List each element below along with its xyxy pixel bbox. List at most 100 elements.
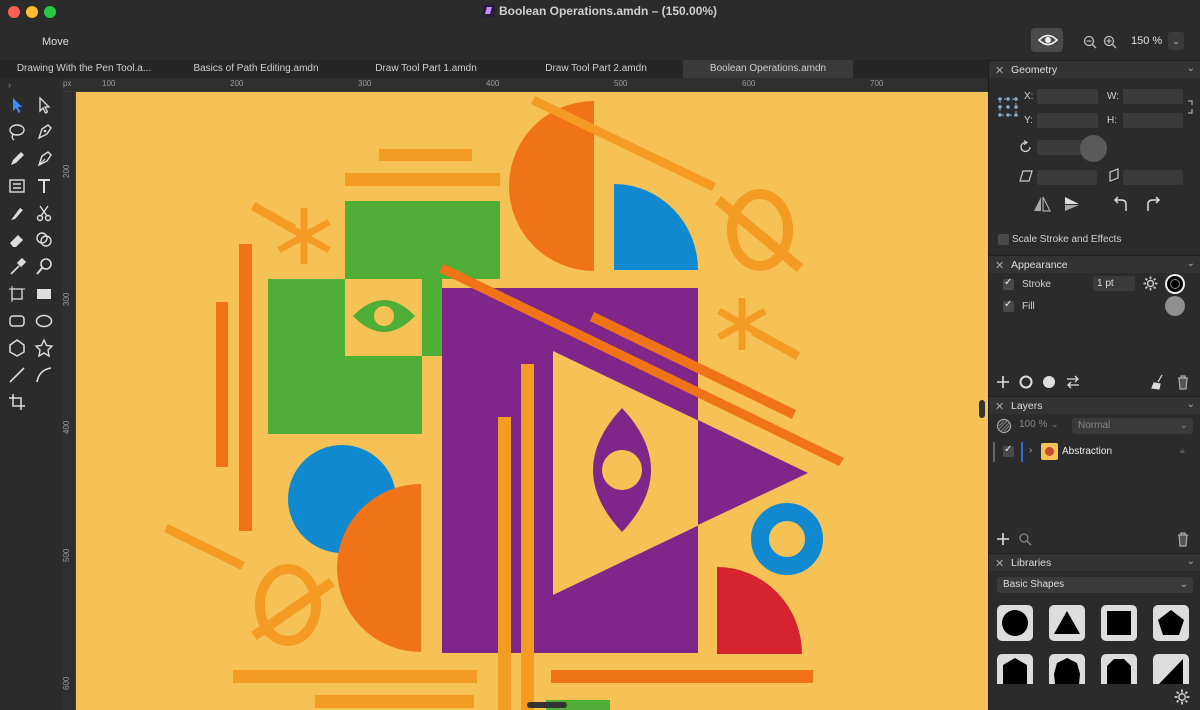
add-layer-icon[interactable] xyxy=(995,531,1011,547)
stroke-width-field[interactable]: 1 pt xyxy=(1093,276,1135,291)
flip-vertical-icon[interactable] xyxy=(1063,196,1081,212)
bar-bottom-right[interactable] xyxy=(551,670,813,683)
star-tool-icon[interactable] xyxy=(33,337,55,359)
tab-draw-tool-2[interactable]: Draw Tool Part 2.amdn xyxy=(512,60,680,78)
skew-field[interactable] xyxy=(1123,170,1183,185)
bar-bottom-short[interactable] xyxy=(315,695,474,708)
chevron-down-icon[interactable]: ⌄ xyxy=(1187,399,1195,410)
asterisk-left[interactable] xyxy=(277,208,331,264)
diagonal-bar-left[interactable] xyxy=(164,524,245,570)
zoom-dropdown-button[interactable]: ⌄ xyxy=(1168,32,1184,50)
chevron-down-icon[interactable]: ⌄ xyxy=(1187,556,1195,567)
library-shape-heptagon[interactable] xyxy=(1049,654,1085,684)
close-icon[interactable]: ✕ xyxy=(995,400,1004,413)
flip-horizontal-icon[interactable] xyxy=(1033,196,1051,212)
bar-vertical-center[interactable] xyxy=(521,364,534,710)
green-block-top[interactable] xyxy=(345,201,500,279)
tools-collapse-icon[interactable]: › xyxy=(8,80,11,90)
geometry-panel-header[interactable]: ✕ Geometry ⌄ xyxy=(989,60,1200,78)
asterisk-left-tail[interactable] xyxy=(251,202,296,233)
blue-quarter-circle[interactable] xyxy=(614,184,698,270)
text-frame-tool-icon[interactable] xyxy=(6,175,28,197)
pencil-tool-icon[interactable] xyxy=(6,148,28,170)
settings-gear-icon[interactable] xyxy=(1174,689,1190,705)
ellipse-tool-icon[interactable] xyxy=(33,310,55,332)
opacity-field[interactable]: 100 % xyxy=(1019,419,1047,430)
swap-icon[interactable] xyxy=(1065,374,1081,390)
vertical-scrollbar[interactable] xyxy=(979,400,985,418)
lasso-tool-icon[interactable] xyxy=(6,121,28,143)
close-icon[interactable]: ✕ xyxy=(995,259,1004,272)
rotate-right-icon[interactable] xyxy=(1145,196,1161,212)
move-tool-icon[interactable] xyxy=(6,94,28,116)
brush-clear-icon[interactable] xyxy=(1151,374,1165,390)
pen-tool-icon[interactable] xyxy=(33,121,55,143)
brush-tool-icon[interactable] xyxy=(33,148,55,170)
lock-aspect-icon[interactable] xyxy=(1185,100,1195,114)
polygon-tool-icon[interactable] xyxy=(6,337,28,359)
layers-panel-header[interactable]: ✕ Layers ⌄ xyxy=(989,396,1200,414)
pretzel-left[interactable] xyxy=(251,564,335,646)
rounded-rect-tool-icon[interactable] xyxy=(6,310,28,332)
arc-tool-icon[interactable] xyxy=(33,364,55,386)
add-fill-icon[interactable] xyxy=(1042,375,1056,389)
node-tool-icon[interactable] xyxy=(33,94,55,116)
stroke-checkbox[interactable] xyxy=(1003,277,1014,290)
libraries-panel-header[interactable]: ✕ Libraries ⌄ xyxy=(989,553,1200,571)
tab-basics-path-editing[interactable]: Basics of Path Editing.amdn xyxy=(172,60,340,78)
bar-top-long[interactable] xyxy=(345,173,500,186)
library-shape-triangle[interactable] xyxy=(1049,605,1085,641)
green-block-bottom[interactable] xyxy=(345,356,422,434)
bar-vertical-left-long[interactable] xyxy=(239,244,252,531)
chevron-right-icon[interactable]: › xyxy=(1029,445,1032,456)
close-icon[interactable]: ✕ xyxy=(995,64,1004,77)
layer-row[interactable]: › Abstraction 🔒︎ xyxy=(993,441,1197,463)
asterisk-right[interactable] xyxy=(717,298,767,350)
bar-vertical-center-left[interactable] xyxy=(498,417,511,710)
rotate-left-icon[interactable] xyxy=(1113,196,1129,212)
text-tool-icon[interactable] xyxy=(33,175,55,197)
chevron-down-icon[interactable]: ⌄ xyxy=(1051,419,1059,430)
tab-draw-tool-1[interactable]: Draw Tool Part 1.amdn xyxy=(342,60,510,78)
zoom-tool-icon[interactable] xyxy=(33,256,55,278)
trash-icon[interactable] xyxy=(1176,531,1190,547)
tab-drawing-with-pen[interactable]: Drawing With the Pen Tool.a... xyxy=(0,60,168,78)
fill-checkbox[interactable] xyxy=(1003,299,1014,312)
h-field[interactable] xyxy=(1123,113,1183,128)
library-shape-square[interactable] xyxy=(1101,605,1137,641)
appearance-panel-header[interactable]: ✕ Appearance ⌄ xyxy=(989,255,1200,273)
chevron-down-icon[interactable]: ⌄ xyxy=(1187,258,1195,269)
fill-color-swatch[interactable] xyxy=(1165,296,1185,316)
bar-bottom-long[interactable] xyxy=(233,670,477,683)
eyedropper-tool-icon[interactable] xyxy=(6,256,28,278)
tab-boolean-operations[interactable]: Boolean Operations.amdn xyxy=(683,60,853,78)
green-block-left[interactable] xyxy=(268,279,345,434)
library-shape-hexagon[interactable] xyxy=(997,654,1033,684)
view-mode-button[interactable] xyxy=(1031,28,1063,52)
pretzel-right[interactable] xyxy=(714,189,804,272)
close-icon[interactable]: ✕ xyxy=(995,557,1004,570)
trash-icon[interactable] xyxy=(1176,374,1190,390)
library-shape-right-triangle[interactable] xyxy=(1153,654,1189,684)
rectangle-tool-icon[interactable] xyxy=(33,283,55,305)
library-shape-octagon[interactable] xyxy=(1101,654,1137,684)
add-icon[interactable] xyxy=(995,374,1011,390)
rotation-dial[interactable] xyxy=(1080,135,1107,162)
stroke-color-swatch[interactable] xyxy=(1165,274,1185,294)
library-shape-circle[interactable] xyxy=(997,605,1033,641)
gear-icon[interactable] xyxy=(1143,276,1158,291)
horizontal-scrollbar[interactable] xyxy=(527,702,567,708)
w-field[interactable] xyxy=(1123,89,1183,104)
line-tool-icon[interactable] xyxy=(6,364,28,386)
eraser-tool-icon[interactable] xyxy=(6,229,28,251)
search-icon[interactable] xyxy=(1018,532,1032,546)
x-field[interactable] xyxy=(1037,89,1098,104)
bar-top-short[interactable] xyxy=(379,149,472,161)
document-canvas[interactable] xyxy=(76,92,988,710)
blend-mode-select[interactable]: Normal ⌄ xyxy=(1072,418,1193,434)
library-shape-pentagon[interactable] xyxy=(1153,605,1189,641)
library-select[interactable]: Basic Shapes ⌄ xyxy=(997,577,1193,593)
crop-tool-icon[interactable] xyxy=(6,391,28,413)
knife-tool-icon[interactable] xyxy=(6,202,28,224)
artboard-tool-icon[interactable] xyxy=(6,283,28,305)
